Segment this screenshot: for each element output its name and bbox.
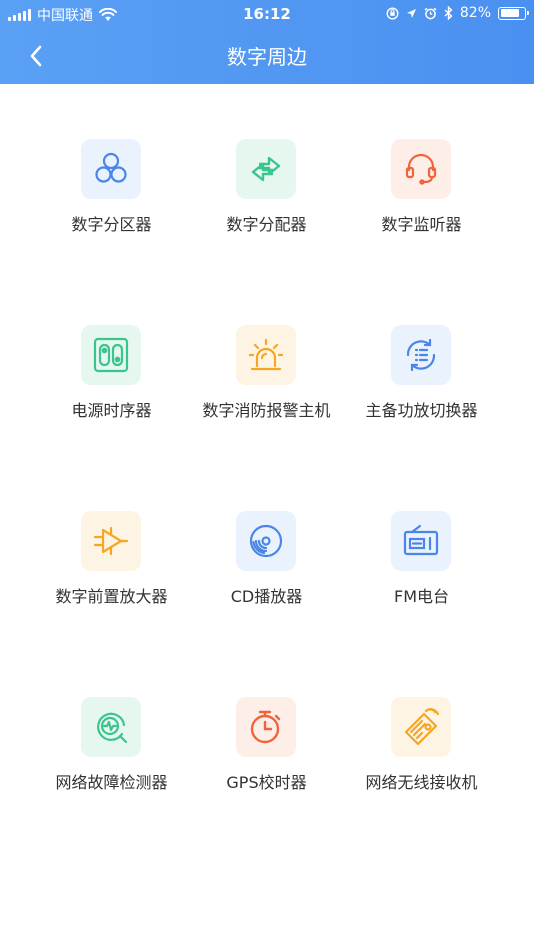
power-socket-icon xyxy=(93,337,129,373)
icon-container xyxy=(81,325,141,385)
status-bar: 中国联通 16:12 82% xyxy=(0,0,534,28)
device-label: FM电台 xyxy=(393,587,449,606)
status-right: 82% xyxy=(386,5,529,21)
circles-icon xyxy=(95,152,127,183)
icon-container xyxy=(236,139,296,199)
device-tile[interactable]: GPS校时器 xyxy=(189,642,344,828)
device-tile[interactable]: 数字分配器 xyxy=(189,84,344,270)
stopwatch-icon xyxy=(250,710,281,744)
device-label: 数字分配器 xyxy=(226,215,307,234)
amplifier-icon xyxy=(93,526,129,556)
device-tile[interactable]: 网络故障检测器 xyxy=(34,642,189,828)
device-label: 网络故障检测器 xyxy=(55,773,168,792)
icon-container xyxy=(236,511,296,571)
icon-container xyxy=(81,139,141,199)
icon-container xyxy=(236,325,296,385)
radio-icon xyxy=(403,524,439,556)
device-tile[interactable]: 数字分区器 xyxy=(34,84,189,270)
device-label: 数字前置放大器 xyxy=(55,587,168,606)
icon-container xyxy=(391,697,451,757)
device-label: 数字消防报警主机 xyxy=(202,401,331,420)
device-grid: 数字分区器 数字分配器 数字监听器 电源时序器 数字消防报警主机 主备功放切换器… xyxy=(34,84,500,828)
alarm-light-icon xyxy=(248,338,284,371)
device-label: 主备功放切换器 xyxy=(365,401,478,420)
network-check-icon xyxy=(97,712,128,744)
device-tile[interactable]: 主备功放切换器 xyxy=(344,270,499,456)
switch-list-icon xyxy=(406,338,436,372)
icon-container xyxy=(81,697,141,757)
device-label: 网络无线接收机 xyxy=(365,773,478,792)
swap-arrows-icon xyxy=(251,156,281,182)
device-tile[interactable]: CD播放器 xyxy=(189,456,344,642)
device-tile[interactable]: 数字前置放大器 xyxy=(34,456,189,642)
icon-container xyxy=(391,325,451,385)
cd-icon xyxy=(249,524,283,558)
battery-icon xyxy=(498,6,529,20)
device-label: GPS校时器 xyxy=(226,773,307,792)
device-label: 数字分区器 xyxy=(71,215,152,234)
device-tile[interactable]: 数字消防报警主机 xyxy=(189,270,344,456)
wireless-receiver-icon xyxy=(404,708,440,746)
rotation-lock-icon xyxy=(386,6,399,20)
nav-bar: 数字周边 xyxy=(0,28,534,84)
battery-percent: 82% xyxy=(459,5,491,21)
device-label: CD播放器 xyxy=(230,587,303,606)
alarm-clock-icon xyxy=(424,7,437,19)
device-tile[interactable]: 网络无线接收机 xyxy=(344,642,499,828)
page-title: 数字周边 xyxy=(227,45,307,69)
icon-container xyxy=(81,511,141,571)
header-bar: 中国联通 16:12 82% 数字周边 xyxy=(0,0,534,84)
headset-icon xyxy=(405,153,437,185)
icon-container xyxy=(391,139,451,199)
icon-container xyxy=(391,511,451,571)
device-label: 电源时序器 xyxy=(71,401,152,420)
device-tile[interactable]: FM电台 xyxy=(344,456,499,642)
location-icon xyxy=(406,8,416,18)
icon-container xyxy=(236,697,296,757)
bluetooth-icon xyxy=(444,6,453,20)
device-label: 数字监听器 xyxy=(381,215,462,234)
device-tile[interactable]: 电源时序器 xyxy=(34,270,189,456)
device-tile[interactable]: 数字监听器 xyxy=(344,84,499,270)
